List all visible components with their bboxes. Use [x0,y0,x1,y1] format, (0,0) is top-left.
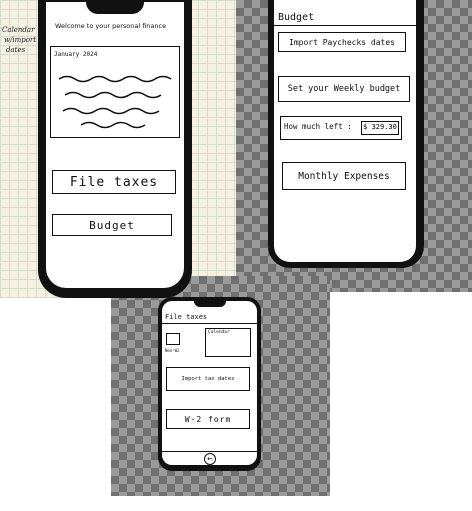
taxes-notch [194,301,226,307]
taxes-title: File taxes [165,313,208,321]
non-w2-label: Non-W2 [165,348,180,353]
home-screen: Welcome to your personal finance January… [46,2,184,288]
taxes-title-divider [162,323,257,324]
margin-note-2: w/import [4,36,37,44]
budget-title-divider [274,25,416,26]
file-taxes-button[interactable]: File taxes [52,170,176,194]
set-weekly-budget-button[interactable]: Set your Weekly budget [278,76,410,102]
how-much-left-value: $ 329.30 [361,121,399,135]
margin-note-1: Calendar [2,26,35,34]
taxes-calendar-label: Calendar [208,330,230,335]
taxes-bottom-divider [162,451,257,452]
back-arrow-icon[interactable]: ← [204,453,216,465]
calendar-label: January 2024 [54,51,98,58]
budget-phone-frame: Budget Import Paychecks dates Set your W… [268,0,424,268]
how-much-left-label: How much left : [284,122,352,131]
home-title: Welcome to your personal finance [55,22,167,30]
import-tax-dates-button[interactable]: Import tax dates [166,367,250,391]
budget-title: Budget [278,12,315,23]
import-paychecks-button[interactable]: Import Paychecks dates [278,32,406,52]
taxes-screen: File taxes Non-W2 Calendar Import tax da… [162,301,257,465]
budget-screen: Budget Import Paychecks dates Set your W… [274,0,416,262]
margin-note-3: dates [6,46,26,54]
budget-button[interactable]: Budget [52,214,172,236]
w2-form-button[interactable]: W-2 form [166,409,250,429]
taxes-calendar-widget[interactable]: Calendar [205,328,251,357]
home-phone-frame: Welcome to your personal finance January… [38,0,192,298]
taxes-phone-frame: File taxes Non-W2 Calendar Import tax da… [158,297,261,471]
calendar-widget[interactable]: January 2024 [50,46,180,138]
non-w2-checkbox[interactable] [166,333,180,345]
how-much-left-panel: How much left : $ 329.30 [280,116,402,140]
scribble-text [58,75,172,129]
home-notch [86,2,144,14]
monthly-expenses-button[interactable]: Monthly Expenses [282,162,406,190]
